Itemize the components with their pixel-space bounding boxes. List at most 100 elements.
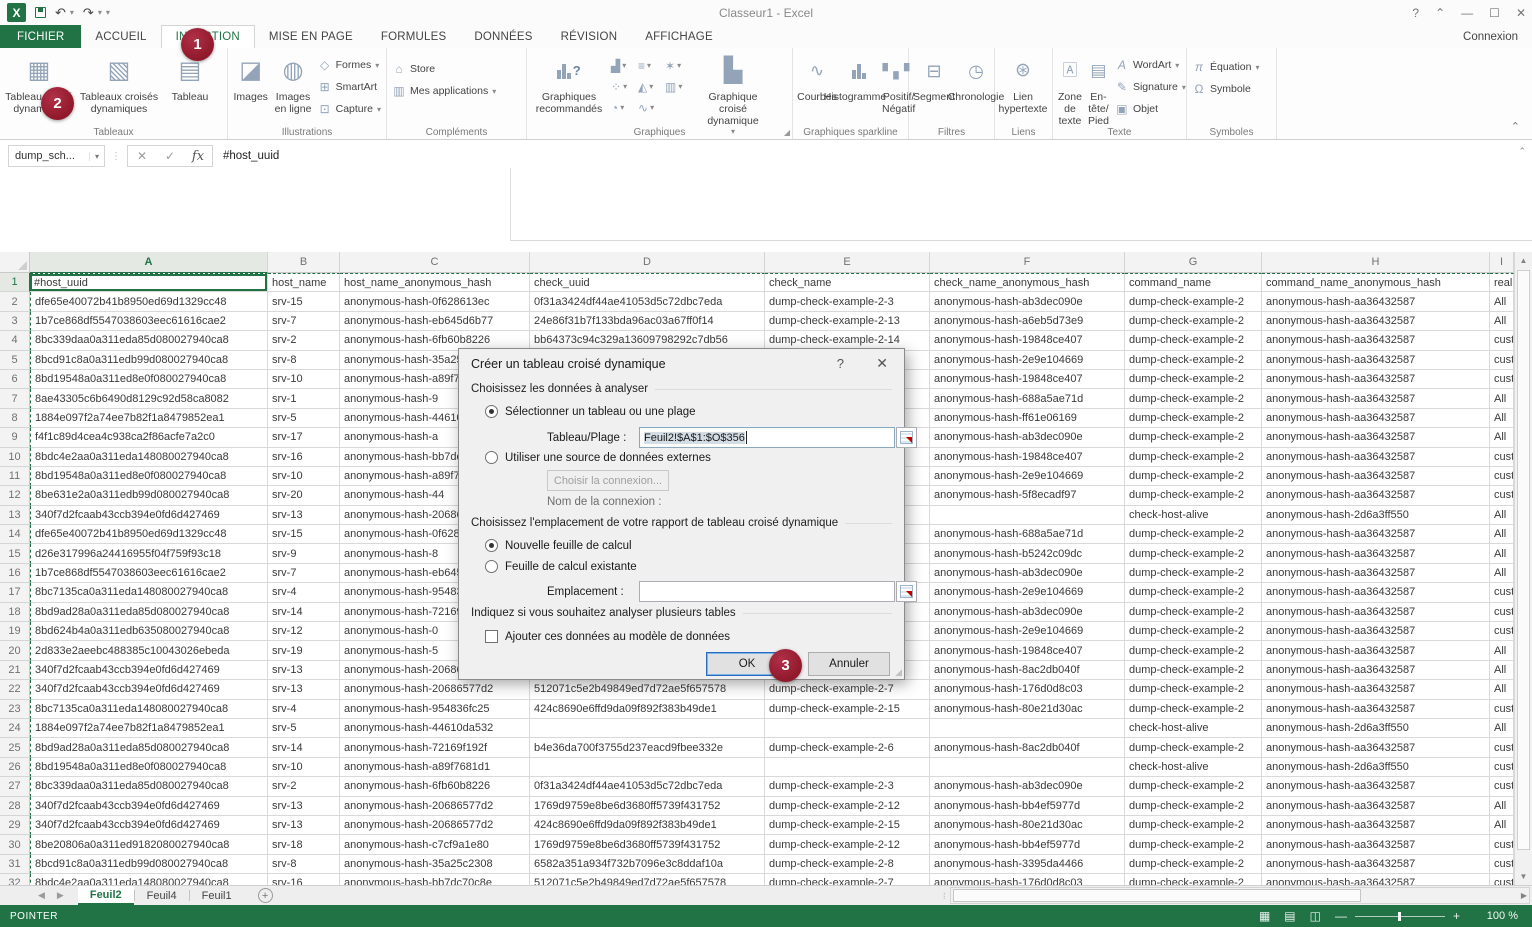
cell[interactable]: anonymous-hash-6fb60b8226 <box>340 777 530 796</box>
cell[interactable]: cust <box>1490 351 1514 370</box>
cell[interactable]: anonymous-hash-aa36432587 <box>1262 738 1490 757</box>
name-box-dropdown-icon[interactable]: ▾ <box>89 152 104 161</box>
close-button[interactable]: ✕ <box>1516 6 1526 20</box>
cell[interactable]: 8bd19548a0a311ed8e0f080027940ca8 <box>30 370 268 389</box>
cell[interactable]: anonymous-hash-b5242c09dc <box>930 544 1125 563</box>
cell[interactable]: dump-check-example-2 <box>1125 544 1262 563</box>
cell[interactable]: dump-check-example-2 <box>1125 700 1262 719</box>
pivot-chart-button[interactable]: ▙ Graphique croisé dynamique▾ <box>694 50 772 136</box>
collapse-ribbon-icon[interactable]: ⌃ <box>1511 120 1520 133</box>
cell[interactable]: 8bd624b4a0a311edb635080027940ca8 <box>30 622 268 641</box>
tab-scrollbar-splitter[interactable]: ⁞ <box>943 886 950 905</box>
row-header-5[interactable]: 5 <box>0 351 30 370</box>
cell[interactable]: anonymous-hash-2d6a3ff550 <box>1262 506 1490 525</box>
cell[interactable]: srv-7 <box>268 564 340 583</box>
cell[interactable]: srv-1 <box>268 389 340 408</box>
cell[interactable]: srv-9 <box>268 544 340 563</box>
cell[interactable]: anonymous-hash-8ac2db040f <box>930 661 1125 680</box>
cell[interactable]: check_name <box>765 273 930 292</box>
cell[interactable]: srv-4 <box>268 700 340 719</box>
cell[interactable]: All <box>1490 312 1514 331</box>
name-box[interactable]: dump_sch... ▾ <box>8 145 105 167</box>
cell[interactable]: srv-14 <box>268 603 340 622</box>
cell[interactable]: f4f1c89d4cea4c938ca2f86acfe7a2c0 <box>30 428 268 447</box>
column-header-h[interactable]: H <box>1262 252 1490 273</box>
cancel-button[interactable]: Annuler <box>808 652 890 676</box>
redo-button[interactable]: ↷ <box>83 6 94 19</box>
ribbon-tab-affichage[interactable]: AFFICHAGE <box>631 25 727 48</box>
text-box-button[interactable]: 🄰 Zone de texte <box>1055 50 1085 127</box>
cell[interactable]: srv-4 <box>268 583 340 602</box>
cell[interactable]: 8bdc4e2aa0a311eda148080027940ca8 <box>30 874 268 885</box>
cell[interactable]: anonymous-hash-aa36432587 <box>1262 564 1490 583</box>
cell[interactable]: 8bd9ad28a0a311eda85d080027940ca8 <box>30 603 268 622</box>
vertical-scrollbar[interactable]: ▲ ▼ <box>1514 252 1532 885</box>
row-header-26[interactable]: 26 <box>0 758 30 777</box>
cell[interactable]: cust <box>1490 331 1514 350</box>
cell[interactable]: anonymous-hash-2e9e104669 <box>930 583 1125 602</box>
cell[interactable]: 424c8690e6ffd9da09f892f383b49de1 <box>530 700 765 719</box>
cell[interactable]: srv-7 <box>268 312 340 331</box>
cell[interactable] <box>930 758 1125 777</box>
my-apps-button[interactable]: ▥Mes applications▾ <box>389 80 499 102</box>
cell[interactable]: All <box>1490 409 1514 428</box>
cell[interactable]: 512071c5e2b49849ed7d72ae5f657578 <box>530 874 765 885</box>
cell[interactable]: anonymous-hash-a89f7681d1 <box>340 758 530 777</box>
cell[interactable]: srv-16 <box>268 448 340 467</box>
cell[interactable]: 424c8690e6ffd9da09f892f383b49de1 <box>530 816 765 835</box>
cell[interactable]: anonymous-hash-176d0d8c03 <box>930 874 1125 885</box>
range-picker-icon[interactable] <box>896 581 917 602</box>
online-images-button[interactable]: ◍ Images en ligne <box>271 50 314 115</box>
radio-new-worksheet[interactable]: Nouvelle feuille de calcul <box>485 539 632 552</box>
cell[interactable]: dump-check-example-2 <box>1125 428 1262 447</box>
cell[interactable]: anonymous-hash-aa36432587 <box>1262 292 1490 311</box>
cancel-entry-icon[interactable]: ✕ <box>128 149 156 163</box>
scroll-up-icon[interactable]: ▲ <box>1515 252 1532 269</box>
cell[interactable] <box>765 758 930 777</box>
account-sign-in[interactable]: Connexion <box>1463 25 1532 48</box>
row-header-20[interactable]: 20 <box>0 641 30 660</box>
cell[interactable]: srv-8 <box>268 855 340 874</box>
cell[interactable]: check-host-alive <box>1125 506 1262 525</box>
row-header-13[interactable]: 13 <box>0 506 30 525</box>
cell[interactable]: 8bc339daa0a311eda85d080027940ca8 <box>30 777 268 796</box>
cell[interactable]: anonymous-hash-a6eb5d73e9 <box>930 312 1125 331</box>
cell[interactable]: anonymous-hash-20686577d2 <box>340 816 530 835</box>
sheet-nav-right-icon[interactable]: ▶ <box>57 890 64 901</box>
cell[interactable]: dump-check-example-2-15 <box>765 816 930 835</box>
cell[interactable]: anonymous-hash-19848ce407 <box>930 641 1125 660</box>
undo-button[interactable]: ↶ <box>55 6 66 19</box>
charts-dialog-launcher-icon[interactable]: ◢ <box>784 128 790 137</box>
cell[interactable]: All <box>1490 544 1514 563</box>
cell[interactable]: srv-13 <box>268 797 340 816</box>
enter-entry-icon[interactable]: ✓ <box>156 149 184 163</box>
recommended-charts-button[interactable]: ? Graphiques recommandés <box>529 50 609 115</box>
cell[interactable]: dump-check-example-2 <box>1125 874 1262 885</box>
redo-dropdown-icon[interactable]: ▾ <box>98 8 102 17</box>
zoom-slider-thumb[interactable] <box>1398 912 1401 921</box>
cell[interactable]: 1884e097f2a74ee7b82f1a8479852ea1 <box>30 719 268 738</box>
hyperlink-button[interactable]: ⊛ Lien hypertexte <box>997 50 1049 115</box>
cell[interactable]: #host_uuid <box>30 273 268 292</box>
cell[interactable]: anonymous-hash-bb4ef5977d <box>930 797 1125 816</box>
vertical-scroll-thumb[interactable] <box>1517 270 1530 850</box>
cell[interactable]: 8bdc4e2aa0a311eda148080027940ca8 <box>30 448 268 467</box>
cell[interactable]: dump-check-example-2-3 <box>765 777 930 796</box>
row-header-28[interactable]: 28 <box>0 797 30 816</box>
cell[interactable]: dump-check-example-2 <box>1125 467 1262 486</box>
cell[interactable]: dump-check-example-2-7 <box>765 680 930 699</box>
cell[interactable]: anonymous-hash-aa36432587 <box>1262 583 1490 602</box>
row-header-23[interactable]: 23 <box>0 700 30 719</box>
cell[interactable]: d26e317996a24416955f04f759f93c18 <box>30 544 268 563</box>
cell[interactable]: anonymous-hash-aa36432587 <box>1262 797 1490 816</box>
cell[interactable]: dump-check-example-2 <box>1125 622 1262 641</box>
row-header-2[interactable]: 2 <box>0 292 30 311</box>
cell[interactable]: anonymous-hash-44610da532 <box>340 719 530 738</box>
cell[interactable]: srv-2 <box>268 777 340 796</box>
cell[interactable]: srv-13 <box>268 680 340 699</box>
zoom-out-icon[interactable]: — <box>1335 909 1347 923</box>
row-header-9[interactable]: 9 <box>0 428 30 447</box>
cell[interactable]: anonymous-hash-80e21d30ac <box>930 816 1125 835</box>
cell[interactable]: dump-check-example-2 <box>1125 583 1262 602</box>
cell[interactable]: dump-check-example-2 <box>1125 855 1262 874</box>
